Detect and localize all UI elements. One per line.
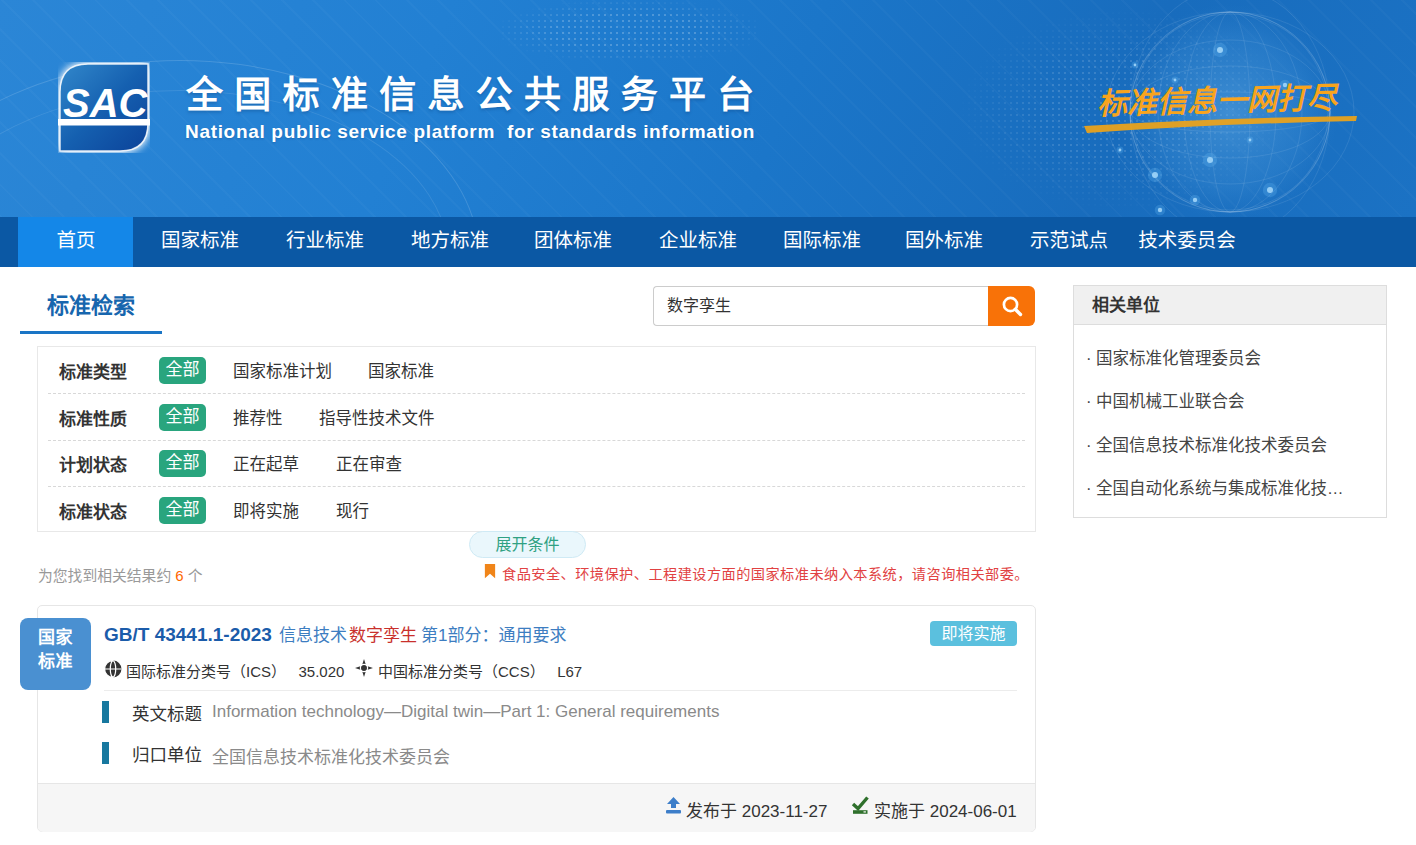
svg-text:SAC: SAC — [63, 81, 149, 125]
